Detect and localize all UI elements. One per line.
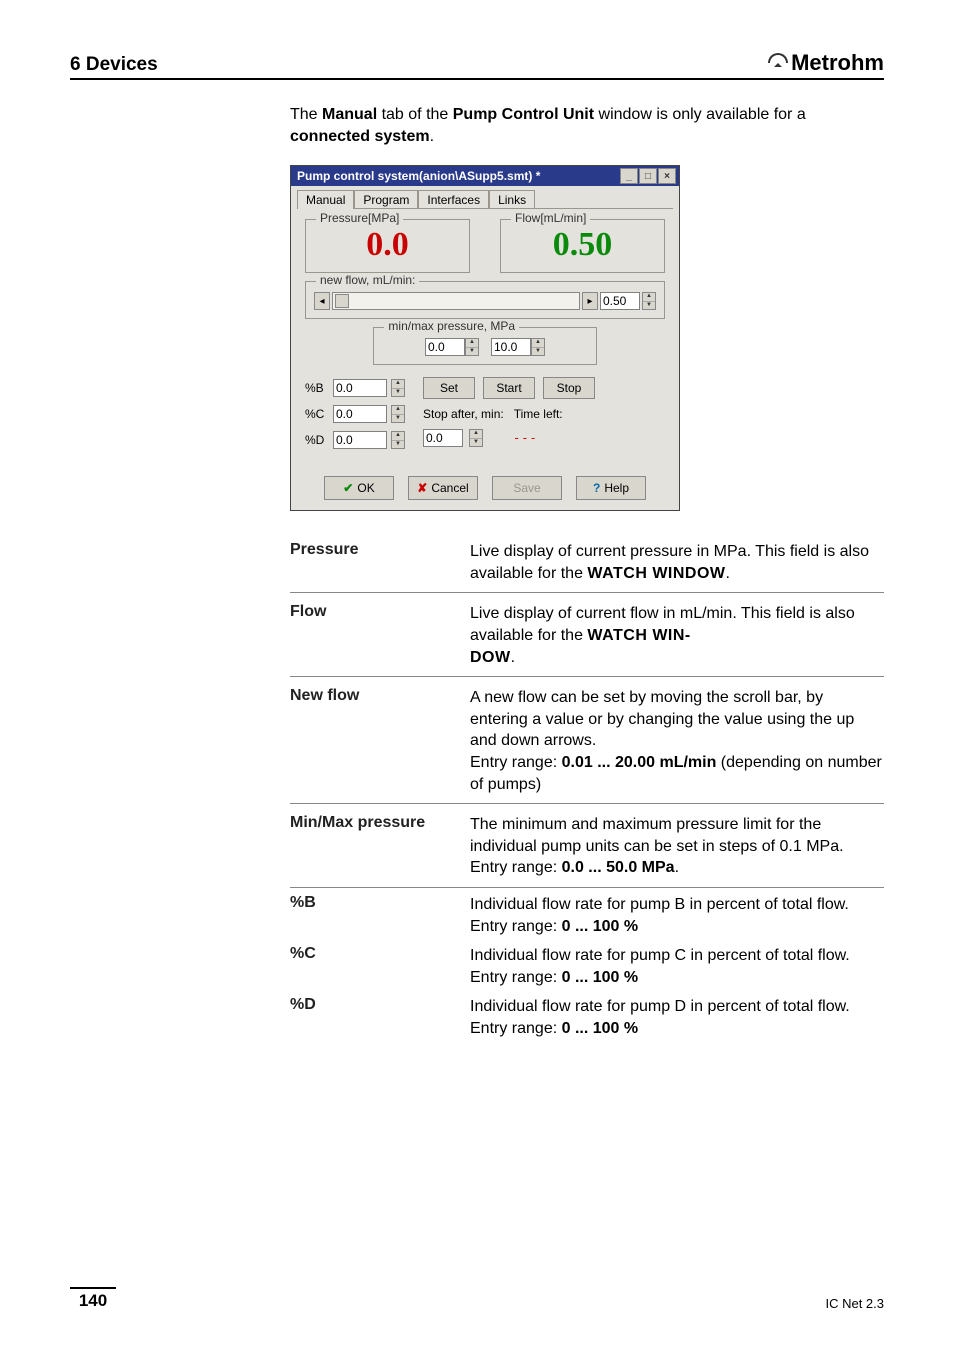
stopafter-spinner[interactable]: ▲▼ bbox=[469, 429, 483, 447]
scroll-right-icon[interactable]: ▸ bbox=[582, 292, 598, 310]
timeleft-display: --- bbox=[513, 431, 538, 445]
min-pressure-spinner[interactable]: ▲▼ bbox=[465, 338, 479, 356]
pctB-spinner[interactable]: ▲▼ bbox=[391, 379, 405, 397]
desc-pctB: Individual flow rate for pump B in perce… bbox=[470, 894, 884, 937]
check-icon: ✔ bbox=[343, 481, 353, 495]
pctC-label: %C bbox=[305, 407, 329, 421]
desc-pressure: Live display of current pressure in MPa.… bbox=[470, 541, 884, 584]
minmax-legend: min/max pressure, MPa bbox=[384, 319, 519, 333]
pressure-display: 0.0 bbox=[316, 226, 459, 264]
footer-product: IC Net 2.3 bbox=[825, 1296, 884, 1311]
tab-program[interactable]: Program bbox=[354, 190, 418, 209]
newflow-scrollbar[interactable] bbox=[332, 292, 580, 310]
close-icon[interactable]: × bbox=[658, 168, 676, 184]
set-button[interactable]: Set bbox=[423, 377, 475, 399]
pctB-label: %B bbox=[305, 381, 329, 395]
pctD-label: %D bbox=[305, 433, 329, 447]
desc-pctC: Individual flow rate for pump C in perce… bbox=[470, 945, 884, 988]
pctC-spinner[interactable]: ▲▼ bbox=[391, 405, 405, 423]
ok-button[interactable]: ✔OK bbox=[324, 476, 394, 500]
start-button[interactable]: Start bbox=[483, 377, 535, 399]
newflow-spinner[interactable]: ▲▼ bbox=[642, 292, 656, 310]
scroll-left-icon[interactable]: ◂ bbox=[314, 292, 330, 310]
stop-button[interactable]: Stop bbox=[543, 377, 595, 399]
desc-pctD: Individual flow rate for pump D in perce… bbox=[470, 996, 884, 1039]
term-pctC: %C bbox=[290, 945, 460, 988]
term-flow: Flow bbox=[290, 603, 460, 668]
flow-display: 0.50 bbox=[511, 226, 654, 264]
term-pctB: %B bbox=[290, 894, 460, 937]
max-pressure-spinner[interactable]: ▲▼ bbox=[531, 338, 545, 356]
desc-minmax: The minimum and maximum pressure limit f… bbox=[470, 814, 884, 879]
flow-legend: Flow[mL/min] bbox=[511, 211, 590, 225]
chapter-heading: 6 Devices bbox=[70, 54, 158, 76]
term-pressure: Pressure bbox=[290, 541, 460, 584]
min-pressure-input[interactable]: 0.0 bbox=[425, 338, 465, 356]
window-title: Pump control system(anion\ASupp5.smt) * bbox=[297, 169, 540, 183]
stopafter-label: Stop after, min: bbox=[423, 407, 504, 421]
cancel-button[interactable]: ✘Cancel bbox=[408, 476, 478, 500]
tab-manual[interactable]: Manual bbox=[297, 190, 354, 209]
pctC-input[interactable]: 0.0 bbox=[333, 405, 387, 423]
term-pctD: %D bbox=[290, 996, 460, 1039]
question-icon: ? bbox=[593, 481, 600, 495]
desc-flow: Live display of current flow in mL/min. … bbox=[470, 603, 884, 668]
brand-logo: Metrohm bbox=[767, 50, 884, 76]
metrohm-icon bbox=[767, 50, 789, 76]
newflow-legend: new flow, mL/min: bbox=[316, 273, 419, 287]
intro-paragraph: The Manual tab of the Pump Control Unit … bbox=[290, 104, 884, 147]
term-newflow: New flow bbox=[290, 687, 460, 795]
pctB-input[interactable]: 0.0 bbox=[333, 379, 387, 397]
x-icon: ✘ bbox=[417, 481, 427, 495]
page-number: 140 bbox=[70, 1287, 116, 1311]
pressure-legend: Pressure[MPa] bbox=[316, 211, 403, 225]
timeleft-label: Time left: bbox=[514, 407, 563, 421]
newflow-input[interactable]: 0.50 bbox=[600, 292, 640, 310]
stopafter-input[interactable]: 0.0 bbox=[423, 429, 463, 447]
brand-text: Metrohm bbox=[791, 50, 884, 76]
pctD-input[interactable]: 0.0 bbox=[333, 431, 387, 449]
pctD-spinner[interactable]: ▲▼ bbox=[391, 431, 405, 449]
pump-control-window: Pump control system(anion\ASupp5.smt) * … bbox=[290, 165, 680, 511]
save-button[interactable]: Save bbox=[492, 476, 562, 500]
tab-links[interactable]: Links bbox=[489, 190, 535, 209]
max-pressure-input[interactable]: 10.0 bbox=[491, 338, 531, 356]
definitions-table: Pressure Live display of current pressur… bbox=[290, 531, 884, 1041]
help-button[interactable]: ?Help bbox=[576, 476, 646, 500]
maximize-icon[interactable]: □ bbox=[639, 168, 657, 184]
desc-newflow: A new flow can be set by moving the scro… bbox=[470, 687, 884, 795]
tab-interfaces[interactable]: Interfaces bbox=[418, 190, 489, 209]
minimize-icon[interactable]: _ bbox=[620, 168, 638, 184]
term-minmax: Min/Max pressure bbox=[290, 814, 460, 879]
